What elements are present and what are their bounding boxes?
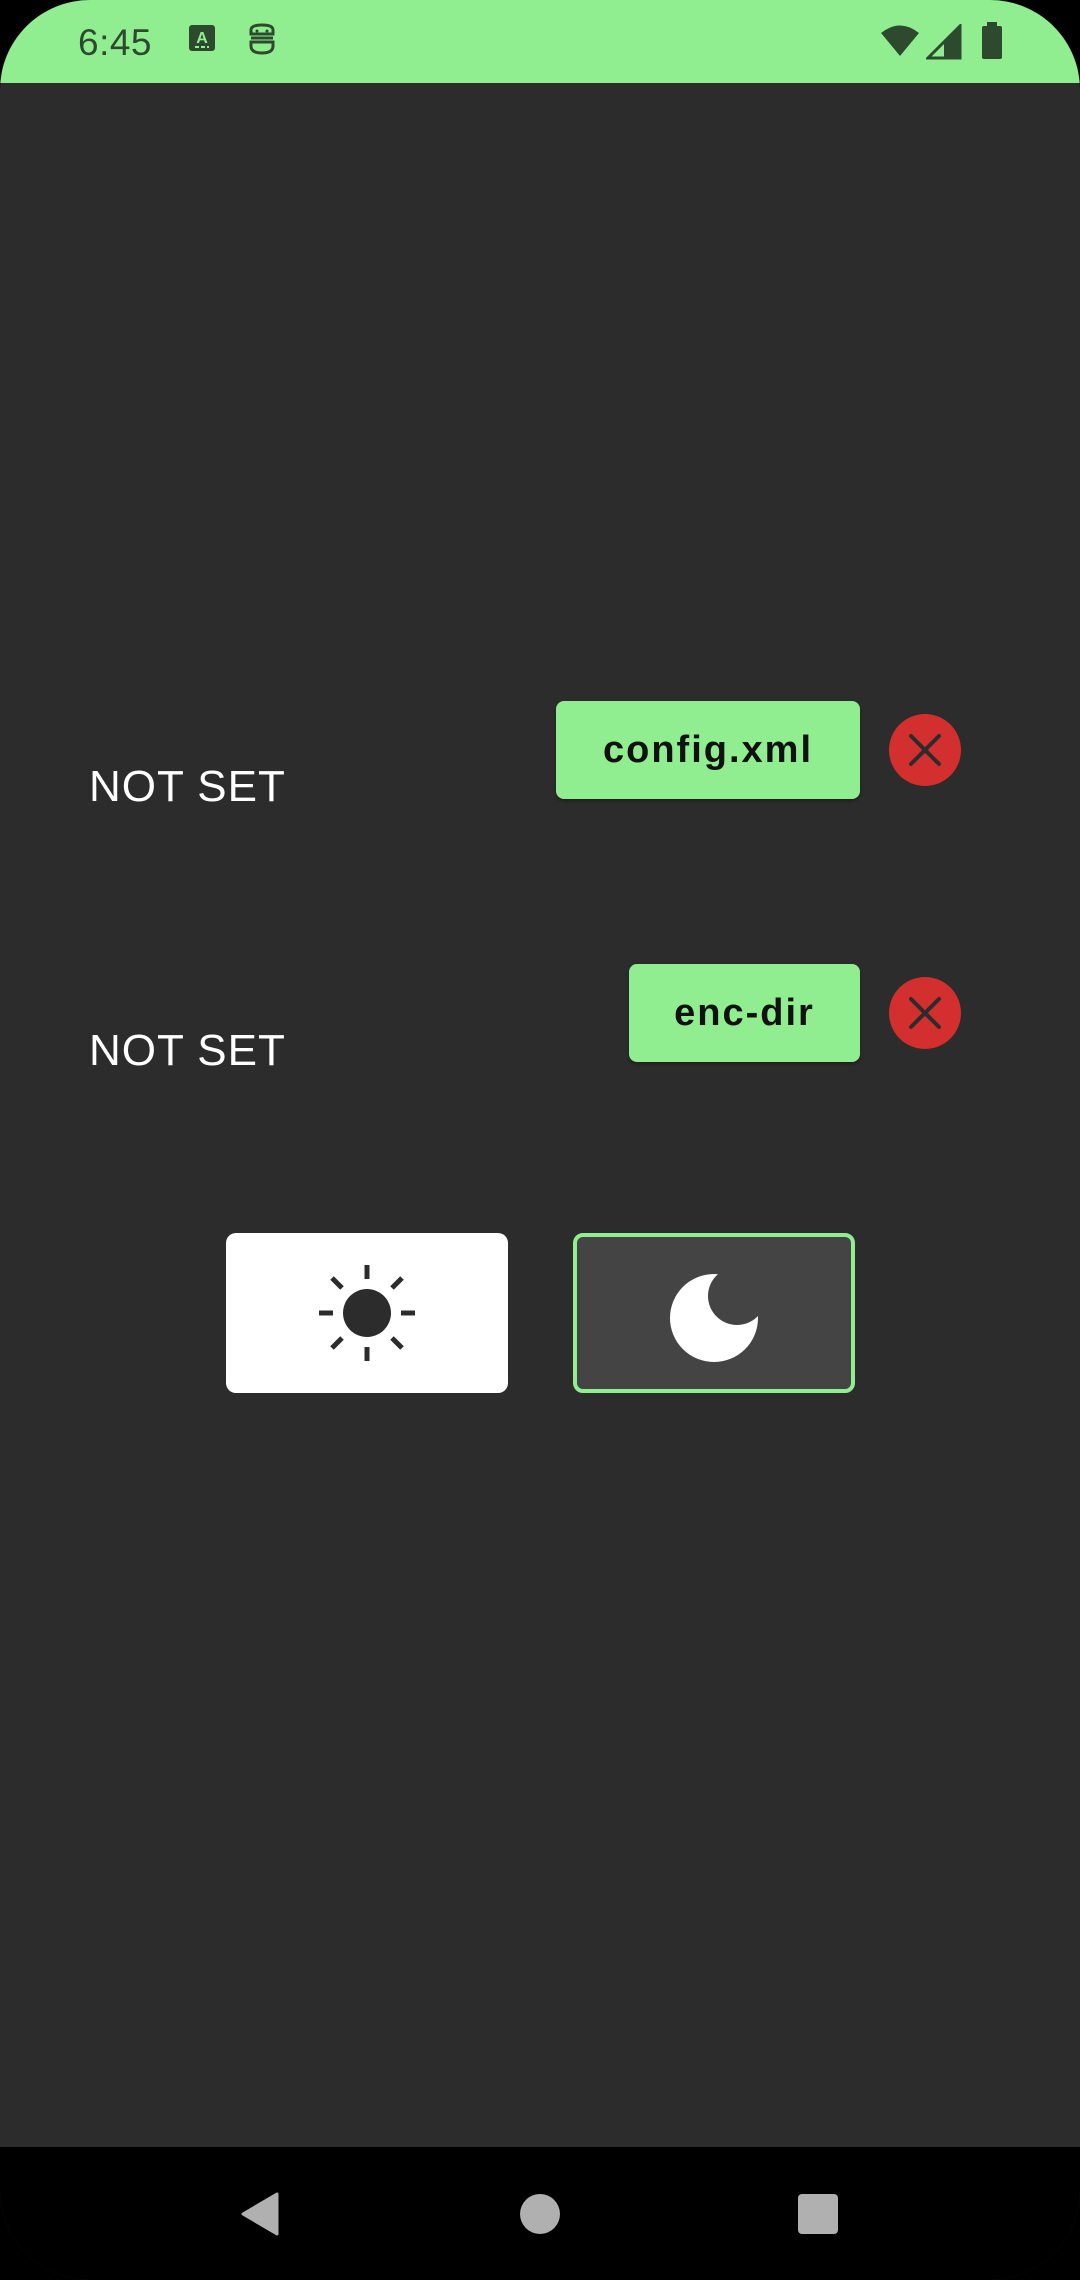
recents-button[interactable] [778, 2147, 858, 2280]
remove-enc-dir-button[interactable] [889, 977, 961, 1049]
dark-theme-button[interactable] [573, 1233, 855, 1393]
cell-signal-icon [924, 22, 966, 64]
status-time: 6:45 [78, 22, 153, 63]
home-button[interactable] [500, 2147, 580, 2280]
battery-icon [980, 22, 1020, 62]
close-icon [909, 734, 941, 766]
config-file-button[interactable]: config.xml [556, 701, 860, 799]
home-icon [520, 2193, 560, 2234]
light-theme-button[interactable] [226, 1233, 508, 1393]
moon-icon [670, 1274, 758, 1362]
recents-icon [798, 2193, 838, 2234]
text-a-icon: A [186, 22, 226, 62]
remove-config-button[interactable] [889, 714, 961, 786]
sun-icon [319, 1265, 415, 1361]
navigation-bar [0, 2147, 1080, 2280]
enc-dir-button[interactable]: enc-dir [629, 964, 860, 1062]
robot-face-icon [245, 22, 285, 62]
svg-text:A: A [196, 30, 208, 47]
enc-dir-status-label: NOT SET [89, 1026, 286, 1075]
wifi-icon [880, 24, 920, 64]
close-icon [909, 997, 941, 1029]
config-status-label: NOT SET [89, 762, 286, 811]
back-button[interactable] [220, 2147, 300, 2280]
back-icon [241, 2192, 279, 2235]
device-screen: 6:45 A NOT SET config.xml NOT SET enc-di… [0, 0, 1080, 2280]
status-bar: 6:45 A [0, 0, 1080, 83]
